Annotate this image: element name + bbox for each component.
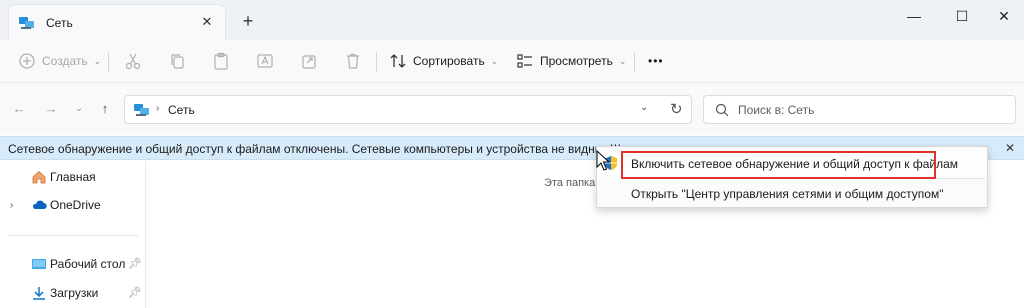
cut-button[interactable] (124, 50, 142, 72)
up-button[interactable]: ↑ (96, 100, 114, 118)
forward-button[interactable]: → (42, 100, 60, 118)
close-icon[interactable]: ✕ (1002, 140, 1018, 156)
scissors-icon (125, 53, 141, 70)
title-bar: Сеть ✕ + — ☐ ✕ (0, 0, 1024, 40)
pin-icon[interactable]: 📌︎ (128, 257, 142, 270)
pin-icon[interactable]: 📌︎ (128, 286, 142, 299)
sidebar-item-onedrive[interactable]: › OneDrive (0, 194, 146, 216)
address-bar[interactable]: › Сеть ⌄ ↻ (124, 95, 692, 124)
copy-button[interactable] (168, 50, 186, 72)
tab-label: Сеть (46, 16, 73, 30)
more-options-button[interactable]: ••• (648, 50, 664, 72)
download-icon (33, 287, 45, 300)
clipboard-icon (214, 52, 228, 70)
sidebar-item-downloads[interactable]: Загрузки 📌︎ (0, 282, 146, 304)
navigation-pane: Главная › OneDrive Рабочий стол 📌︎ Загру… (0, 161, 146, 308)
rename-button[interactable] (256, 50, 274, 72)
sidebar-item-home[interactable]: Главная (0, 166, 146, 188)
breadcrumb[interactable]: Сеть (168, 103, 195, 117)
divider (376, 52, 377, 72)
sidebar-item-label: Рабочий стол (50, 257, 126, 271)
share-button[interactable] (300, 50, 318, 72)
chevron-down-icon: ⌄ (490, 55, 499, 66)
tab-close-icon[interactable]: ✕ (199, 14, 215, 30)
trash-icon (347, 53, 359, 69)
create-label: Создать (42, 54, 88, 68)
desktop-icon (32, 259, 46, 269)
delete-button[interactable] (344, 50, 362, 72)
tab-network[interactable]: Сеть ✕ (8, 4, 226, 40)
search-box[interactable] (703, 95, 1016, 124)
chevron-down-icon: ⌄ (93, 55, 102, 66)
menu-item-label: Открыть "Центр управления сетями и общим… (631, 187, 944, 201)
minimize-button[interactable]: — (898, 5, 930, 29)
search-input[interactable] (738, 101, 998, 119)
expand-chevron-icon[interactable]: › (10, 200, 13, 211)
view-button[interactable]: Просмотреть ⌄ (516, 50, 626, 72)
sort-icon (390, 54, 406, 68)
sidebar-item-label: OneDrive (50, 198, 101, 212)
copy-icon (171, 54, 184, 69)
network-icon (19, 17, 34, 29)
divider (634, 52, 635, 72)
highlight-outline (621, 151, 936, 179)
more-icon: ••• (648, 54, 664, 68)
recent-locations-button[interactable]: ⌄ (70, 100, 88, 118)
empty-folder-message: Эта папка (544, 177, 596, 189)
paste-button[interactable] (212, 50, 230, 72)
address-row: ← → ⌄ ↑ › Сеть ⌄ ↻ (0, 83, 1024, 135)
mouse-cursor-icon (596, 150, 611, 171)
divider (108, 52, 109, 72)
menu-item-open-network-center[interactable]: Открыть "Центр управления сетями и общим… (597, 181, 987, 207)
close-window-button[interactable]: ✕ (988, 5, 1020, 29)
share-icon (302, 55, 316, 69)
rename-icon (257, 54, 273, 68)
sidebar-item-label: Загрузки (50, 286, 99, 300)
sidebar-item-label: Главная (50, 170, 96, 184)
divider (8, 235, 138, 236)
sort-label: Сортировать (413, 54, 485, 68)
new-tab-button[interactable]: + (238, 11, 258, 31)
refresh-icon[interactable]: ↻ (670, 100, 683, 118)
address-dropdown-icon[interactable]: ⌄ (640, 102, 648, 113)
view-icon (517, 54, 532, 68)
network-icon (134, 104, 149, 116)
view-label: Просмотреть (540, 54, 613, 68)
breadcrumb-chevron-icon[interactable]: › (156, 103, 159, 114)
cloud-icon (33, 200, 47, 210)
plus-circle-icon (19, 53, 35, 69)
command-bar: Создать ⌄ Сортировать ⌄ Просмотреть ⌄ ••… (0, 40, 1024, 83)
search-icon (715, 103, 729, 117)
chevron-down-icon: ⌄ (618, 55, 627, 66)
maximize-button[interactable]: ☐ (946, 5, 978, 29)
home-icon (32, 170, 46, 184)
create-button[interactable]: Создать ⌄ (18, 50, 101, 72)
sort-button[interactable]: Сортировать ⌄ (389, 50, 498, 72)
back-button[interactable]: ← (10, 100, 28, 118)
sidebar-item-desktop[interactable]: Рабочий стол 📌︎ (0, 253, 146, 275)
